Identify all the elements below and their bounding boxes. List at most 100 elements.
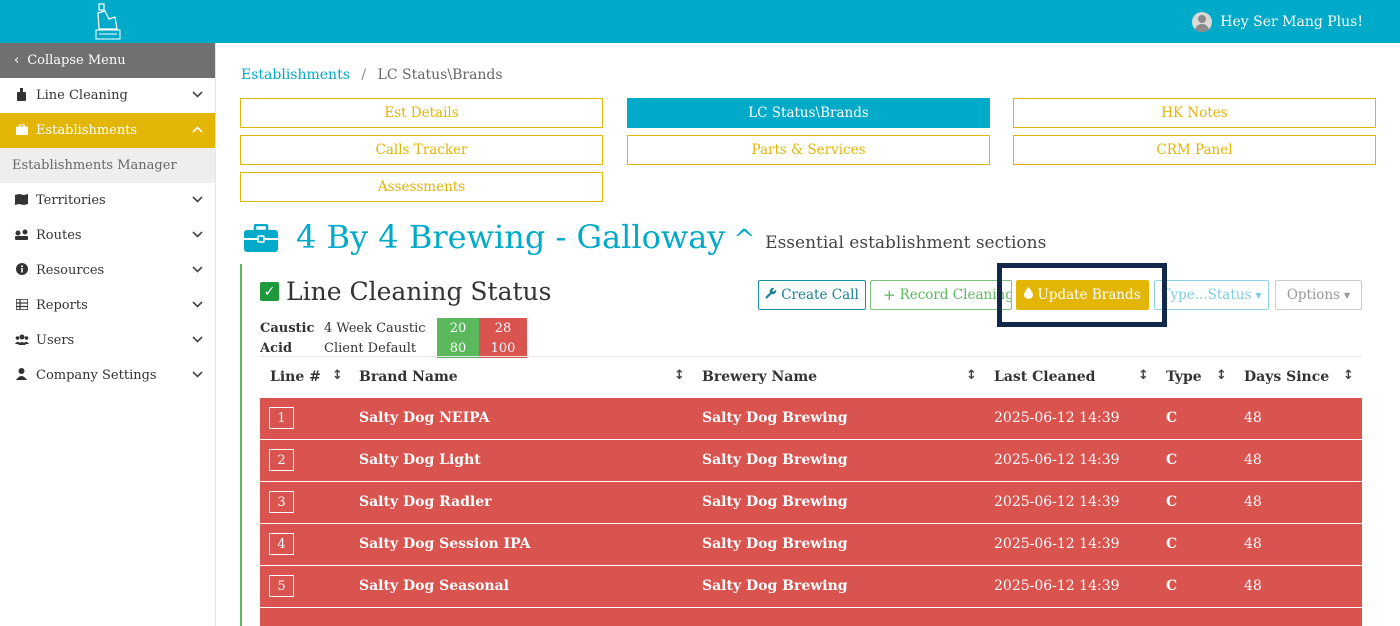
checkbox-checked-icon: ✓ [260,282,279,301]
schedule-row-caustic: Caustic 4 Week Caustic 20 28 [260,318,527,338]
plus-icon: + [883,286,896,304]
sidebar-subitem-establishments-manager[interactable]: Establishments Manager [0,148,215,183]
line-number-badge: 3 [269,491,294,513]
page-title: 4 By 4 Brewing - Galloway ^ Essential es… [244,218,1046,256]
column-header-days-since[interactable]: Days Since [1244,369,1329,385]
sort-icon[interactable]: ↕ [966,368,977,383]
column-header-brand[interactable]: Brand Name [359,369,458,385]
breadcrumb-separator: / [361,67,367,83]
days-since: 48 [1244,452,1262,468]
days-since: 48 [1244,410,1262,426]
table-row[interactable]: 1 Salty Dog NEIPA Salty Dog Brewing 2025… [260,398,1362,440]
info-icon [15,263,28,278]
breadcrumb-link-establishments[interactable]: Establishments [241,67,350,83]
sidebar: ‹ Collapse Menu Line Cleaning Establishm… [0,43,216,626]
route-icon [15,229,28,243]
chevron-down-icon [192,298,203,311]
tab-parts-services[interactable]: Parts & Services [627,135,990,165]
tab-assessments[interactable]: Assessments [240,172,603,202]
tab-calls-tracker[interactable]: Calls Tracker [240,135,603,165]
brand-name: Salty Dog Radler [359,494,492,510]
user-menu[interactable]: Hey Ser Mang Plus! [1192,12,1363,32]
collapse-menu-button[interactable]: ‹ Collapse Menu [0,43,215,78]
sidebar-item-resources[interactable]: Resources [0,253,215,288]
table-row[interactable]: 2 Salty Dog Light Salty Dog Brewing 2025… [260,440,1362,482]
column-header-line[interactable]: Line # [270,369,321,385]
type: C [1166,452,1178,468]
tab-hk-notes[interactable]: HK Notes [1013,98,1376,128]
tab-lc-status-brands[interactable]: LC Status\Brands [627,98,990,128]
sidebar-item-territories[interactable]: Territories [0,183,215,218]
threshold-green: 80 [437,338,479,358]
establishment-name: 4 By 4 Brewing - Galloway [296,218,726,256]
last-cleaned: 2025-06-12 14:39 [994,494,1120,510]
chevron-down-icon [192,228,203,241]
table-row[interactable]: 3 Salty Dog Radler Salty Dog Brewing 202… [260,482,1362,524]
chevron-left-icon: ‹ [14,53,20,68]
line-number-badge: 2 [269,449,294,471]
sidebar-item-routes[interactable]: Routes [0,218,215,253]
sort-icon[interactable]: ↕ [674,368,685,383]
line-number-badge: 4 [269,533,294,555]
last-cleaned: 2025-06-12 14:39 [994,410,1120,426]
chevron-down-icon [192,263,203,276]
company-logo[interactable] [93,3,123,40]
schedule-row-acid: Acid Client Default 80 100 [260,338,527,358]
avatar [1192,12,1213,32]
line-cleaning-panel: ✓ Line Cleaning Status Create Call + Rec… [240,263,1400,626]
sidebar-item-establishments[interactable]: Establishments [0,113,215,148]
chevron-down-icon [192,193,203,206]
sort-icon[interactable]: ↕ [1343,368,1354,383]
last-cleaned: 2025-06-12 14:39 [994,452,1120,468]
brand-name: Salty Dog Session IPA [359,536,531,552]
brand-name: Salty Dog Seasonal [359,578,509,594]
lines-table: Line # ↕ Brand Name ↕ Brewery Name ↕ Las… [260,356,1362,626]
chevron-down-icon [192,368,203,381]
days-since: 48 [1244,494,1262,510]
column-header-type[interactable]: Type [1166,369,1202,385]
list-icon [14,297,29,313]
bottle-icon [15,87,28,104]
sort-icon[interactable]: ↕ [332,368,343,383]
type: C [1166,494,1178,510]
chevron-down-icon [192,333,203,346]
panel-title: ✓ Line Cleaning Status [260,277,551,306]
column-header-last-cleaned[interactable]: Last Cleaned [994,369,1095,385]
tab-crm-panel[interactable]: CRM Panel [1013,135,1376,165]
column-header-brewery[interactable]: Brewery Name [702,369,817,385]
record-cleaning-button[interactable]: + Record Cleaning [870,280,1012,310]
tab-est-details[interactable]: Est Details [240,98,603,128]
create-call-button[interactable]: Create Call [758,280,866,310]
table-row[interactable]: 5 Salty Dog Seasonal Salty Dog Brewing 2… [260,566,1362,608]
collapse-toggle[interactable]: ^ [733,225,755,255]
line-number-badge: 1 [269,407,294,429]
sidebar-item-company-settings[interactable]: Company Settings [0,358,215,393]
last-cleaned: 2025-06-12 14:39 [994,578,1120,594]
sidebar-item-line-cleaning[interactable]: Line Cleaning [0,78,215,113]
sidebar-item-users[interactable]: Users [0,323,215,358]
brewery-name: Salty Dog Brewing [702,536,848,552]
sort-icon[interactable]: ↕ [1138,368,1149,383]
establishment-description: Essential establishment sections [765,233,1047,253]
sort-icon[interactable]: ↕ [1216,368,1227,383]
brewery-name: Salty Dog Brewing [702,578,848,594]
map-icon [15,193,28,208]
threshold-red: 28 [479,318,527,338]
type: C [1166,410,1178,426]
type-status-dropdown[interactable]: Type...Status ▼ [1154,280,1269,310]
table-header: Line # ↕ Brand Name ↕ Brewery Name ↕ Las… [260,356,1362,398]
table-row[interactable] [260,608,1362,626]
last-cleaned: 2025-06-12 14:39 [994,536,1120,552]
table-row[interactable]: 4 Salty Dog Session IPA Salty Dog Brewin… [260,524,1362,566]
caret-down-icon: ▼ [1255,290,1262,300]
sidebar-item-reports[interactable]: Reports [0,288,215,323]
type: C [1166,536,1178,552]
brand-name: Salty Dog Light [359,452,481,468]
brewery-name: Salty Dog Brewing [702,494,848,510]
options-dropdown[interactable]: Options ▼ [1275,280,1362,310]
briefcase-icon [244,224,278,252]
days-since: 48 [1244,578,1262,594]
threshold-red: 100 [479,338,527,358]
line-number-badge: 5 [269,575,294,597]
users-icon [15,334,29,348]
